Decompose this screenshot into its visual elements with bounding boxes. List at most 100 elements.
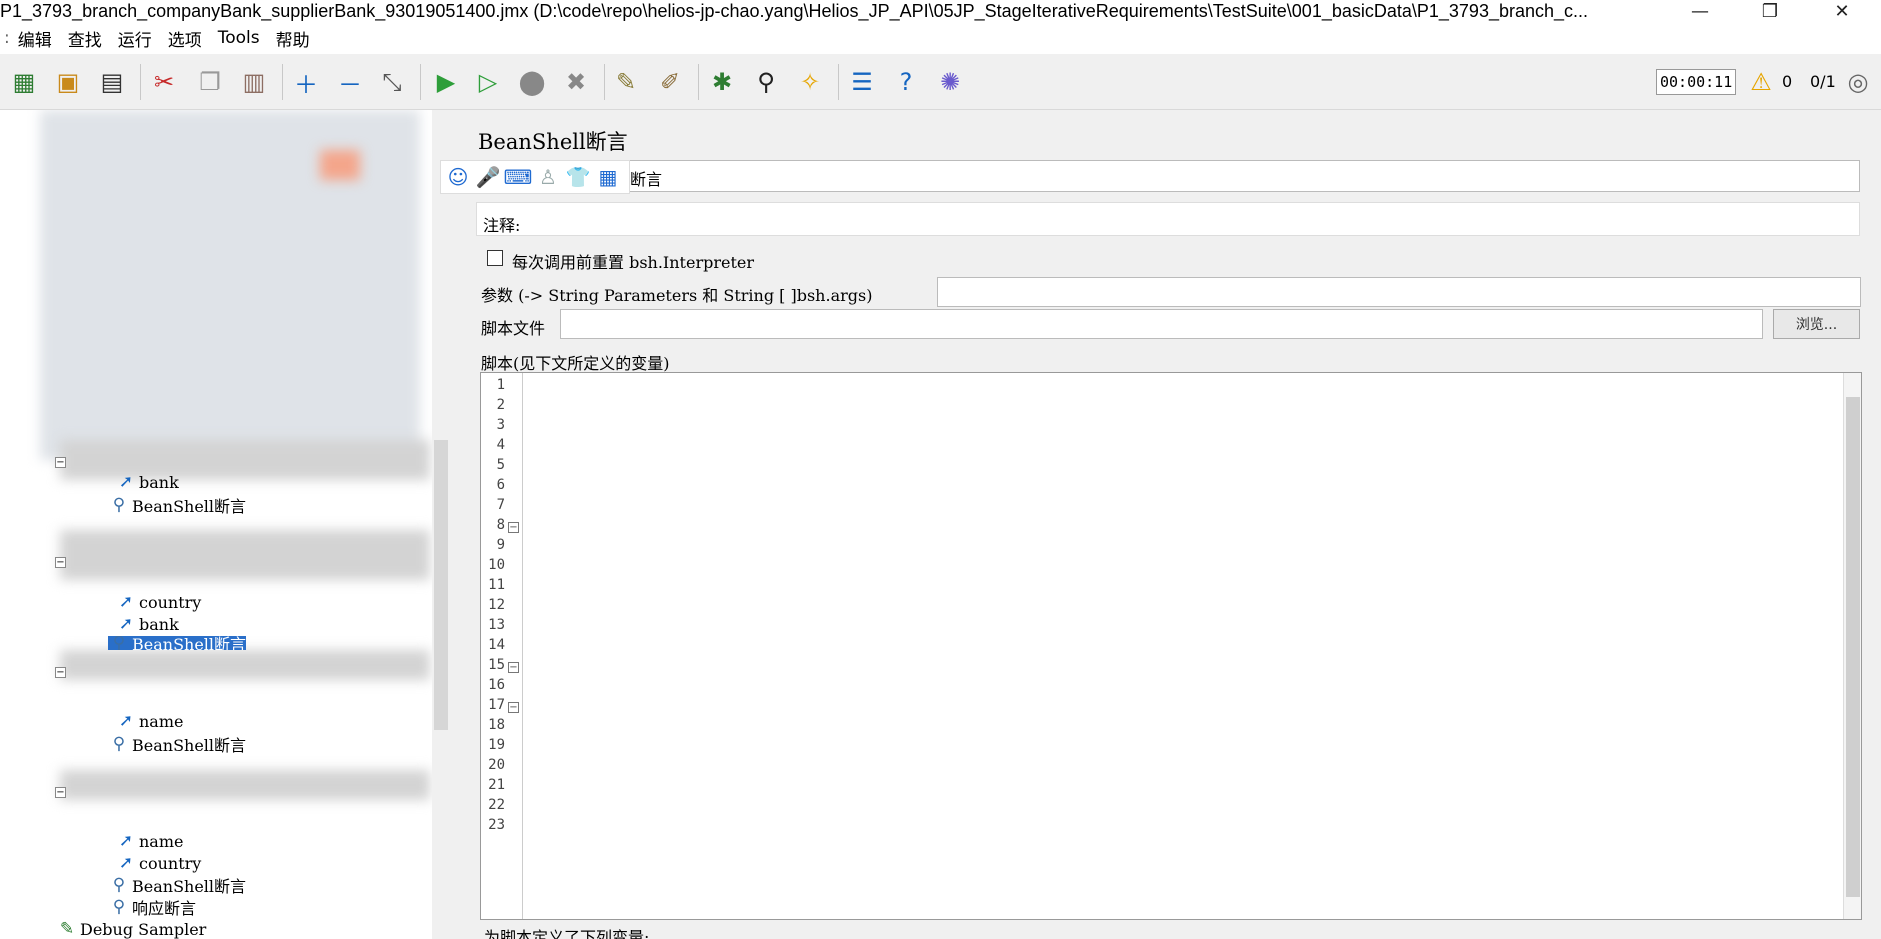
toolbar-separator	[140, 64, 141, 100]
tree-node-selected[interactable]: ⚲ BeanShell断言	[108, 636, 247, 650]
script-label: 脚本(见下文所定义的变量)	[481, 354, 670, 373]
expand-icon[interactable]: ＋	[290, 66, 322, 99]
restore-button[interactable]: ❐	[1740, 0, 1800, 22]
line-number: 2	[496, 397, 505, 413]
title-bar: P1_3793_branch_companyBank_supplierBank_…	[0, 0, 1881, 22]
tree-node[interactable]: ➚ bank	[115, 471, 179, 493]
cut-icon[interactable]: ✂	[148, 66, 180, 98]
menu-search[interactable]: 查找	[68, 26, 102, 51]
line-number: 15	[488, 657, 505, 673]
start-no-pauses-icon[interactable]: ▷	[472, 66, 504, 98]
warning-count: 0	[1782, 72, 1793, 91]
line-number: 5	[496, 457, 505, 473]
tree-node-label: BeanShell断言	[132, 736, 247, 755]
fold-toggle[interactable]: −	[508, 662, 519, 673]
menu-help[interactable]: 帮助	[276, 26, 310, 51]
skin-icon[interactable]: 👕	[563, 162, 593, 192]
menu-overflow: :	[4, 28, 10, 48]
tree-node[interactable]: ⚲ BeanShell断言	[108, 494, 246, 516]
test-plan-tree[interactable]: − − − − ➚ bank ⚲ BeanShell断言 ➚ country ➚…	[0, 110, 450, 939]
name-field[interactable]	[476, 160, 1860, 192]
blurred-region	[40, 110, 420, 460]
tree-scrollbar-thumb[interactable]	[434, 440, 448, 730]
tree-node[interactable]: ➚ name	[115, 710, 184, 732]
tree-node[interactable]: ⚲ BeanShell断言	[108, 874, 246, 896]
line-number: 18	[488, 717, 505, 733]
menu-options[interactable]: 选项	[168, 26, 202, 51]
stop-icon[interactable]: ⬤	[516, 66, 548, 98]
collapse-icon[interactable]: －	[334, 66, 366, 99]
collapse-toggle[interactable]: −	[55, 667, 66, 678]
microphone-icon[interactable]: 🎤	[473, 162, 503, 192]
line-number: 7	[496, 497, 505, 513]
help-icon[interactable]: ?	[890, 66, 922, 98]
script-file-input[interactable]	[560, 309, 1763, 339]
grid-icon[interactable]: ▦	[593, 162, 623, 192]
menu-tools[interactable]: Tools	[218, 28, 260, 48]
arrow-icon: ➚	[118, 831, 134, 851]
start-icon[interactable]: ▶	[430, 66, 462, 98]
line-number: 23	[488, 817, 505, 833]
browse-button[interactable]: 浏览...	[1773, 309, 1860, 339]
magnifier-icon: ⚲	[112, 636, 126, 650]
emoji-icon[interactable]: ☺	[443, 162, 473, 192]
user-icon[interactable]: ♙	[533, 162, 563, 192]
line-number: 16	[488, 677, 505, 693]
collapse-toggle[interactable]: −	[55, 457, 66, 468]
fold-toggle[interactable]: −	[508, 702, 519, 713]
warning-icon[interactable]: ⚠	[1745, 66, 1777, 98]
tree-node-label: 响应断言	[132, 899, 197, 918]
parameters-input[interactable]	[937, 277, 1861, 307]
arrow-icon: ➚	[118, 614, 134, 634]
collapse-toggle[interactable]: −	[55, 787, 66, 798]
paste-icon[interactable]: ▥	[238, 66, 270, 98]
templates-icon[interactable]: ▦	[8, 66, 40, 98]
ime-toolbar: ☺ 🎤 ⌨ ♙ 👕 ▦	[440, 160, 630, 194]
tree-node[interactable]: ⚲ BeanShell断言	[108, 733, 246, 755]
search-icon[interactable]: ⚲	[750, 66, 782, 98]
tree-node[interactable]: ➚ name	[115, 830, 184, 852]
minimize-button[interactable]: —	[1670, 0, 1730, 22]
debug-icon[interactable]: ✱	[706, 66, 738, 98]
collapse-toggle[interactable]: −	[55, 557, 66, 568]
fold-toggle[interactable]: −	[508, 522, 519, 533]
plugins-icon[interactable]: ✺	[934, 66, 966, 98]
debug-icon: ✎	[59, 919, 75, 939]
tree-node-label: BeanShell断言	[132, 877, 247, 896]
tree-node-label: country	[139, 592, 202, 612]
clear-icon[interactable]: ✎	[610, 66, 642, 98]
line-number: 20	[488, 757, 505, 773]
shutdown-icon[interactable]: ✖	[560, 66, 592, 98]
copy-icon[interactable]: ❐	[194, 66, 226, 98]
menu-run[interactable]: 运行	[118, 26, 152, 51]
script-editor[interactable]: 1 2 3 4 5 6 7 8 9 10 11 12 13 14 15 16 1…	[480, 372, 1862, 920]
script-file-label: 脚本文件	[481, 319, 546, 338]
tree-node[interactable]: ➚ country	[115, 591, 201, 613]
reset-interpreter-checkbox[interactable]	[487, 250, 503, 266]
menu-edit[interactable]: 编辑	[18, 26, 52, 51]
comment-field[interactable]	[476, 202, 1860, 236]
save-icon[interactable]: ▤	[96, 66, 128, 98]
clear-all-icon[interactable]: ✐	[654, 66, 686, 98]
editor-scrollbar-thumb[interactable]	[1846, 397, 1860, 897]
editor-scrollbar[interactable]	[1843, 373, 1861, 919]
toggle-icon[interactable]: ⤡	[376, 66, 408, 98]
tree-node[interactable]: ➚ country	[115, 852, 201, 874]
line-number: 3	[496, 417, 505, 433]
close-button[interactable]: ✕	[1812, 0, 1872, 22]
arrow-icon: ➚	[118, 711, 134, 731]
tree-node[interactable]: ⚲ 响应断言	[108, 896, 196, 918]
blurred-region	[60, 650, 430, 680]
keyboard-icon[interactable]: ⌨	[503, 162, 533, 192]
remote-icon[interactable]: ◎	[1842, 66, 1874, 98]
open-icon[interactable]: ▣	[52, 66, 84, 98]
line-number: 10	[488, 557, 505, 573]
line-number: 22	[488, 797, 505, 813]
tree-node[interactable]: ✎ Debug Sampler	[56, 918, 206, 939]
blurred-region	[320, 150, 360, 180]
toolbar-separator	[282, 64, 283, 100]
function-helper-icon[interactable]: ☰	[846, 66, 878, 98]
toolbar-separator	[420, 64, 421, 100]
reset-search-icon[interactable]: ✧	[794, 66, 826, 98]
tree-node[interactable]: ➚ bank	[115, 613, 179, 635]
